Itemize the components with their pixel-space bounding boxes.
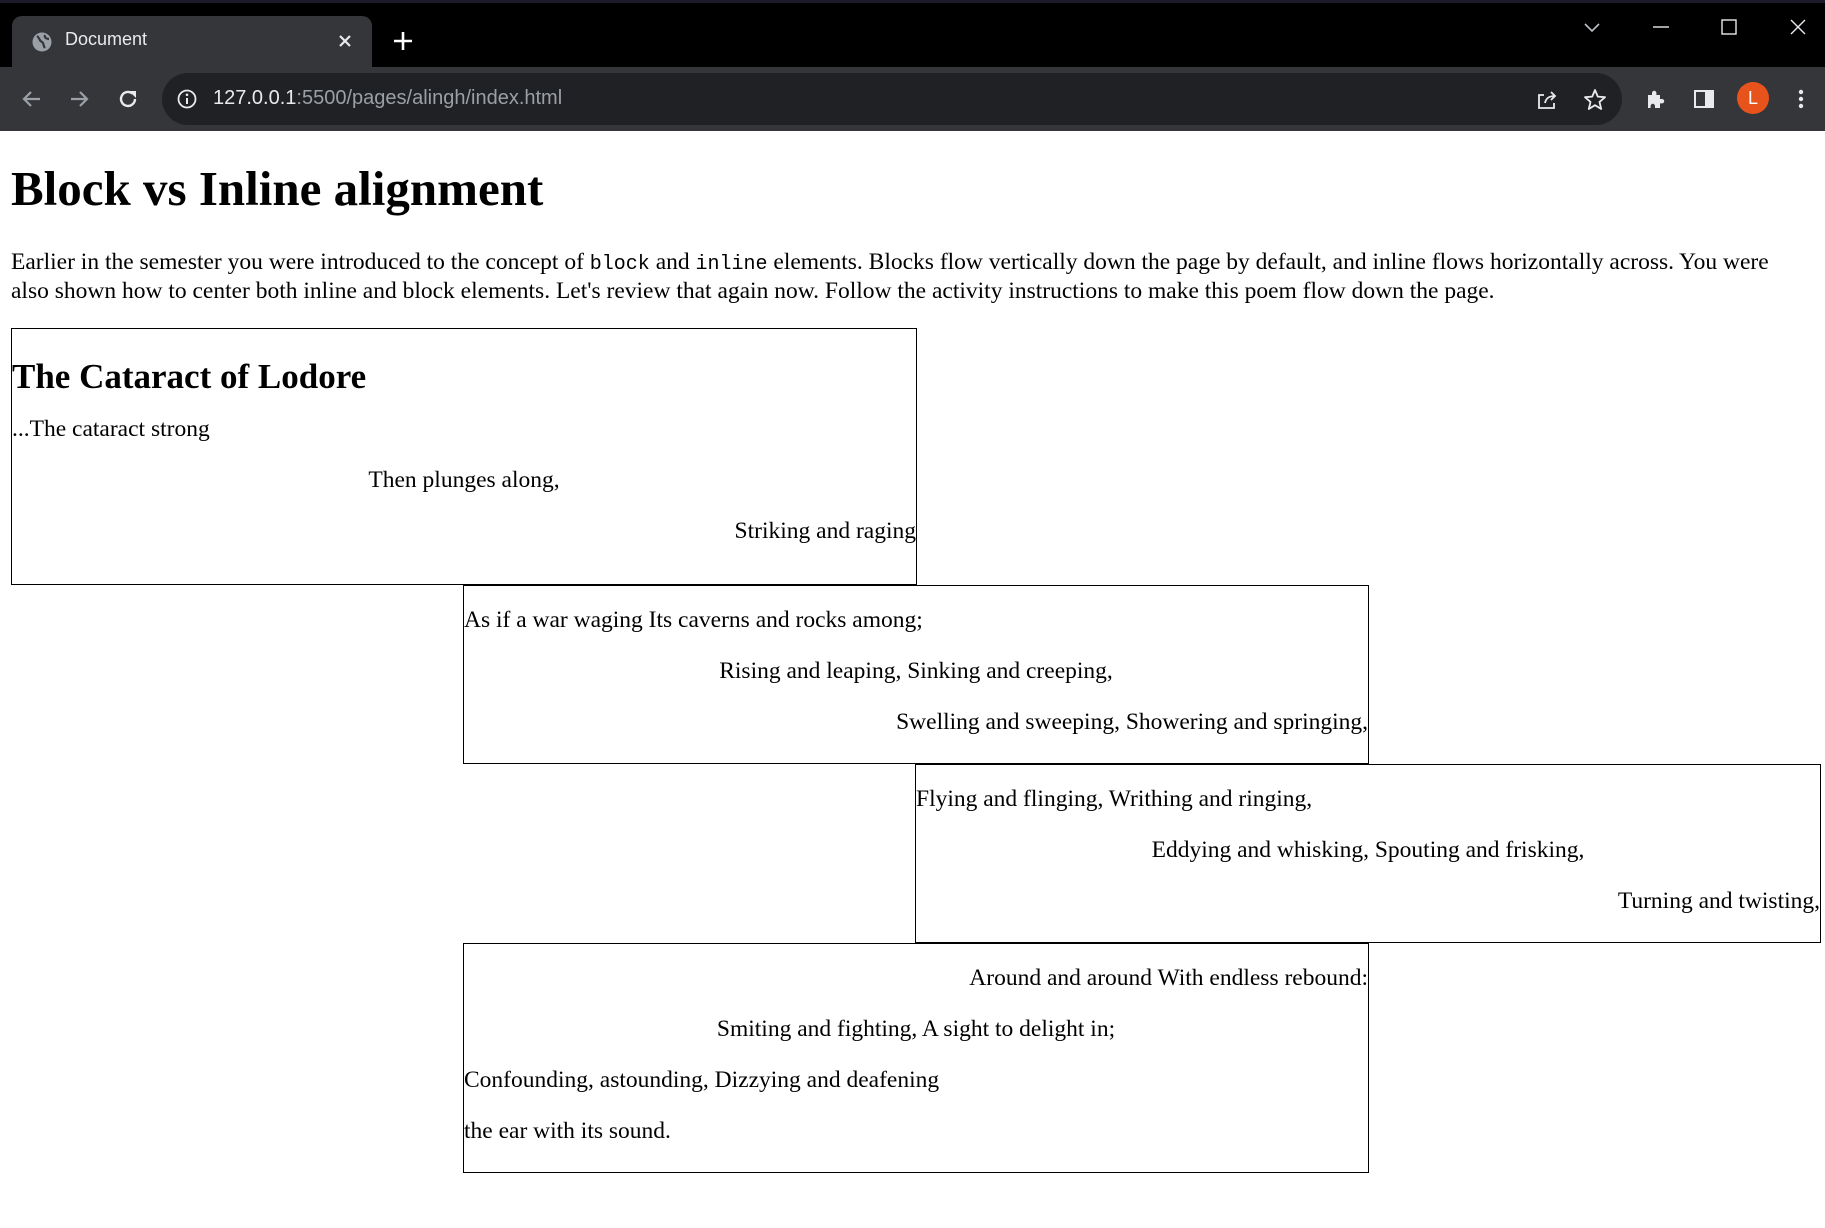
poem-line: Swelling and sweeping, Showering and spr… — [896, 709, 1368, 735]
poem-stanza-3: Flying and flinging, Writhing and ringin… — [915, 764, 1821, 943]
code-block-term: block — [589, 253, 650, 276]
share-icon[interactable] — [1534, 87, 1560, 113]
url-host: 127.0.0.1 — [213, 87, 297, 109]
reload-icon — [119, 90, 137, 108]
poem-line: Eddying and whisking, Spouting and frisk… — [1151, 837, 1585, 863]
poem-line: As if a war waging Its caverns and rocks… — [464, 607, 923, 633]
poem-line: Smiting and fighting, A sight to delight… — [716, 1016, 1116, 1042]
poem-stanza-2: As if a war waging Its caverns and rocks… — [463, 585, 1369, 764]
site-info-icon[interactable] — [176, 88, 198, 110]
minimize-button[interactable] — [1638, 12, 1684, 42]
puzzle-icon — [1648, 90, 1665, 108]
poem-title: The Cataract of Lodore — [12, 357, 367, 396]
code-inline-term: inline — [695, 253, 768, 276]
poem-line: Flying and flinging, Writhing and ringin… — [916, 786, 1313, 812]
intro-text-start: Earlier in the semester you were introdu… — [11, 249, 584, 275]
titlebar-top-edge — [0, 0, 1825, 3]
maximize-icon — [1721, 19, 1737, 35]
poem-stanza-1: The Cataract of Lodore ...The cataract s… — [11, 328, 917, 585]
back-button[interactable] — [16, 83, 48, 115]
url-path: :5500/pages/alingh/index.html — [296, 87, 563, 109]
page-content: Block vs Inline alignment Earlier in the… — [0, 131, 1825, 1228]
browser-titlebar: Document — [0, 0, 1825, 67]
browser-menu-button[interactable] — [1787, 85, 1815, 113]
tab-search-button[interactable] — [1569, 12, 1615, 42]
extensions-button[interactable] — [1642, 85, 1670, 113]
arrow-right-icon — [71, 91, 89, 107]
browser-toolbar: 127.0.0.1:5500/pages/alingh/index.html L — [0, 67, 1825, 131]
new-tab-icon[interactable] — [390, 28, 416, 54]
side-panel-icon — [1694, 90, 1714, 108]
maximize-button[interactable] — [1706, 12, 1752, 42]
chevron-down-icon — [1584, 23, 1600, 33]
poem-line: Confounding, astounding, Dizzying and de… — [464, 1067, 940, 1093]
globe-icon — [32, 32, 52, 52]
side-panel-button[interactable] — [1690, 85, 1718, 113]
arrow-left-icon — [22, 91, 40, 107]
intro-paragraph: Earlier in the semester you were introdu… — [11, 249, 1801, 305]
url-text[interactable]: 127.0.0.1:5500/pages/alingh/index.html — [213, 87, 562, 110]
kebab-menu-icon — [1798, 89, 1804, 109]
page-title: Block vs Inline alignment — [11, 161, 544, 216]
poem-line: Striking and raging — [734, 518, 916, 544]
bookmark-star-icon[interactable] — [1582, 87, 1608, 113]
intro-text-and: and — [655, 249, 690, 275]
minimize-icon — [1653, 26, 1669, 28]
forward-button[interactable] — [63, 83, 95, 115]
profile-avatar[interactable]: L — [1737, 82, 1769, 114]
poem-line: Around and around With endless rebound: — [969, 965, 1368, 991]
close-icon — [1790, 19, 1806, 35]
poem-line: Then plunges along, — [368, 467, 560, 493]
poem-line: Turning and twisting, — [1617, 888, 1820, 914]
poem-line: Rising and leaping, Sinking and creeping… — [719, 658, 1113, 684]
poem-line: the ear with its sound. — [464, 1118, 671, 1144]
poem-stanza-4: Around and around With endless rebound: … — [463, 943, 1369, 1173]
close-window-button[interactable] — [1775, 12, 1821, 42]
address-bar[interactable]: 127.0.0.1:5500/pages/alingh/index.html — [162, 73, 1622, 125]
tab-title: Document — [65, 29, 148, 49]
close-tab-icon[interactable] — [334, 30, 356, 52]
tab-document[interactable]: Document — [12, 16, 372, 67]
poem-line: ...The cataract strong — [12, 416, 210, 442]
reload-button[interactable] — [112, 83, 144, 115]
